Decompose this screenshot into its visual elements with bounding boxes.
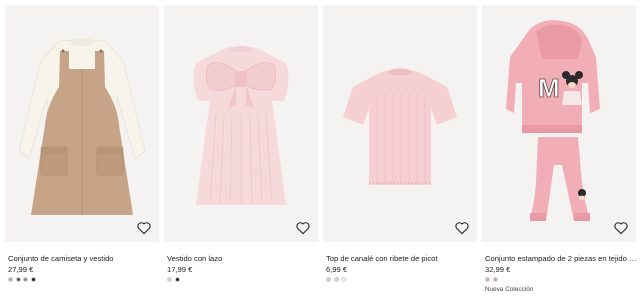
product-price: 27,99 €	[8, 265, 34, 274]
color-swatch[interactable]	[333, 277, 339, 282]
new-collection-badge: Nueva Colección	[485, 286, 534, 293]
color-swatch[interactable]	[341, 277, 346, 282]
color-swatch[interactable]	[167, 277, 172, 282]
product-image[interactable]	[5, 5, 159, 242]
color-swatches	[8, 277, 36, 283]
color-swatch[interactable]	[492, 277, 498, 282]
product-card[interactable]: Vestido con lazo 17,99 €	[164, 0, 318, 303]
color-swatches	[485, 277, 498, 283]
color-swatch[interactable]	[485, 277, 490, 282]
color-swatch[interactable]	[8, 277, 13, 282]
product-title[interactable]: Conjunto de camiseta y vestido	[8, 254, 160, 263]
product-image[interactable]: M	[482, 5, 636, 242]
heart-outline-icon[interactable]	[295, 220, 311, 236]
product-image[interactable]	[323, 5, 477, 242]
product-title[interactable]: Vestido con lazo	[167, 254, 319, 263]
color-swatches	[326, 277, 346, 283]
color-swatch[interactable]	[23, 277, 28, 282]
product-title[interactable]: Top de canalé con ribete de picot	[326, 254, 478, 263]
svg-text:M: M	[538, 73, 560, 103]
product-price: 32,99 €	[485, 265, 511, 274]
product-price: 17,99 €	[167, 265, 193, 274]
product-card[interactable]: M Conjunto estampado de 2 piezas en teji…	[482, 0, 637, 303]
heart-outline-icon[interactable]	[613, 220, 629, 236]
product-grid: Conjunto de camiseta y vestido 27,99 € V…	[0, 0, 640, 303]
color-swatch[interactable]	[15, 277, 21, 282]
product-image[interactable]	[164, 5, 318, 242]
product-price: 6,99 €	[326, 265, 348, 274]
color-swatch[interactable]	[326, 277, 331, 282]
color-swatches	[167, 277, 180, 283]
heart-outline-icon[interactable]	[454, 220, 470, 236]
color-swatch[interactable]	[174, 277, 180, 282]
product-title[interactable]: Conjunto estampado de 2 piezas en tejido…	[485, 254, 637, 263]
product-card[interactable]: Top de canalé con ribete de picot 6,99 €	[323, 0, 477, 303]
product-card[interactable]: Conjunto de camiseta y vestido 27,99 €	[5, 0, 159, 303]
heart-outline-icon[interactable]	[136, 220, 152, 236]
color-swatch[interactable]	[30, 277, 36, 282]
